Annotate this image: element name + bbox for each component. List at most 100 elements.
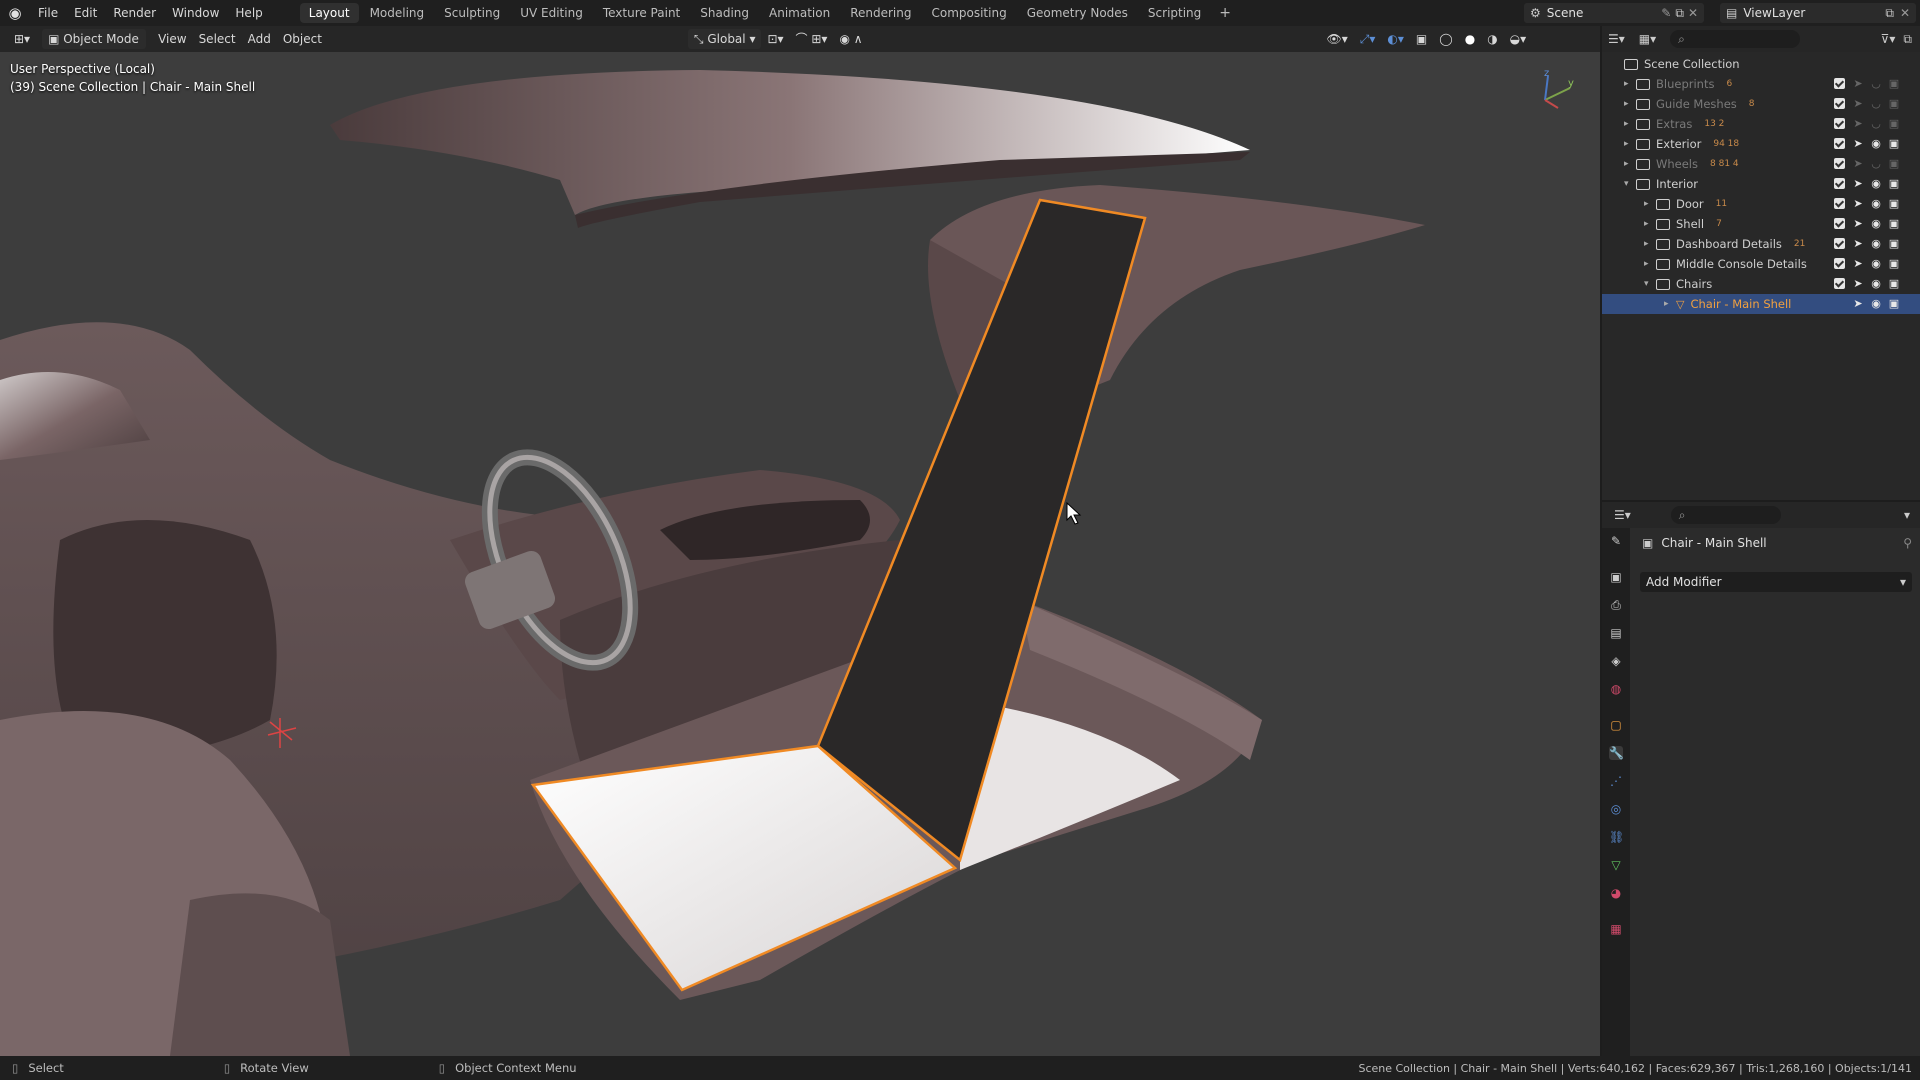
visibility-eye-icon[interactable]: ◡ xyxy=(1870,158,1882,170)
xray-icon[interactable]: ▣ xyxy=(1410,29,1433,49)
exclude-checkbox[interactable] xyxy=(1834,138,1845,149)
exclude-checkbox[interactable] xyxy=(1834,218,1845,229)
scene-selector[interactable]: ⚙ Scene ✎ ⧉ ✕ xyxy=(1524,3,1704,23)
selectable-icon[interactable]: ➤ xyxy=(1852,158,1864,170)
selectable-icon[interactable]: ➤ xyxy=(1852,258,1864,270)
visibility-eye-icon[interactable]: ◉ xyxy=(1870,218,1882,230)
menu-file[interactable]: File xyxy=(30,0,66,26)
expand-open-icon[interactable]: ▾ xyxy=(1644,279,1656,289)
transform-orientation-dropdown[interactable]: ⤡ Global ▾ xyxy=(687,29,762,49)
expand-closed-icon[interactable]: ▸ xyxy=(1624,99,1636,109)
menu-help[interactable]: Help xyxy=(227,0,270,26)
exclude-checkbox[interactable] xyxy=(1834,118,1845,129)
visibility-eye-icon[interactable]: ◉ xyxy=(1870,298,1882,310)
render-camera-icon[interactable]: ▣ xyxy=(1888,178,1900,190)
tab-texture-paint[interactable]: Texture Paint xyxy=(594,3,689,23)
visibility-eye-icon[interactable]: ◡ xyxy=(1870,118,1882,130)
outliner-row[interactable]: ▸ Wheels 8 81 4 ➤ ◡ ▣ xyxy=(1602,154,1920,174)
selectable-icon[interactable]: ➤ xyxy=(1852,218,1864,230)
world-tab-icon[interactable]: ◍ xyxy=(1609,682,1623,696)
visibility-eye-icon[interactable]: ◉ xyxy=(1870,198,1882,210)
exclude-checkbox[interactable] xyxy=(1834,278,1845,289)
render-camera-icon[interactable]: ▣ xyxy=(1888,78,1900,90)
tab-geometry-nodes[interactable]: Geometry Nodes xyxy=(1018,3,1137,23)
particles-tab-icon[interactable]: ⋰ xyxy=(1609,774,1623,788)
outliner-row[interactable]: ▸ Middle Console Details ➤ ◉ ▣ xyxy=(1602,254,1920,274)
navigation-gizmo[interactable]: y z xyxy=(1530,66,1580,116)
expand-closed-icon[interactable]: ▸ xyxy=(1644,259,1656,269)
visibility-eye-icon[interactable]: ◉ xyxy=(1870,138,1882,150)
pin-icon[interactable]: ⚲ xyxy=(1903,536,1912,550)
options-chevron-icon[interactable]: ▾ xyxy=(1904,508,1910,522)
outliner-row[interactable]: ▸ Blueprints 6 ➤ ◡ ▣ xyxy=(1602,74,1920,94)
expand-closed-icon[interactable]: ▸ xyxy=(1624,139,1636,149)
render-camera-icon[interactable]: ▣ xyxy=(1888,198,1900,210)
gizmo-icon[interactable]: ⤢▾ xyxy=(1354,29,1382,49)
exclude-checkbox[interactable] xyxy=(1834,98,1845,109)
outliner-row[interactable]: ▸ Dashboard Details 21 ➤ ◉ ▣ xyxy=(1602,234,1920,254)
selectable-icon[interactable]: ➤ xyxy=(1852,98,1864,110)
object-tab-icon[interactable]: ▢ xyxy=(1609,718,1623,732)
menu-window[interactable]: Window xyxy=(164,0,227,26)
render-camera-icon[interactable]: ▣ xyxy=(1888,278,1900,290)
tab-layout[interactable]: Layout xyxy=(299,3,359,23)
scene-tab-icon[interactable]: ◈ xyxy=(1609,654,1623,668)
exclude-checkbox[interactable] xyxy=(1834,258,1845,269)
visibility-eye-icon[interactable]: ◡ xyxy=(1870,98,1882,110)
menu-render[interactable]: Render xyxy=(105,0,164,26)
expand-closed-icon[interactable]: ▸ xyxy=(1624,119,1636,129)
add-menu[interactable]: Add xyxy=(242,29,277,49)
menu-edit[interactable]: Edit xyxy=(66,0,105,26)
proportional-edit-icon[interactable]: ◉ ∧ xyxy=(833,29,868,49)
outliner-row[interactable]: ▾ Chairs ➤ ◉ ▣ xyxy=(1602,274,1920,294)
visibility-eye-icon[interactable]: ◡ xyxy=(1870,78,1882,90)
modifier-tab-icon[interactable]: 🔧 xyxy=(1609,746,1624,760)
filter-icon[interactable]: ⊽▾ xyxy=(1881,32,1896,46)
visibility-icon[interactable]: 👁▾ xyxy=(1321,29,1354,49)
overlay-icon[interactable]: ◐▾ xyxy=(1381,29,1410,49)
selectable-icon[interactable]: ➤ xyxy=(1852,78,1864,90)
outliner-row[interactable]: ▸ Guide Meshes 8 ➤ ◡ ▣ xyxy=(1602,94,1920,114)
editor-type-icon[interactable]: ⊞▾ xyxy=(8,29,36,49)
physics-tab-icon[interactable]: ◎ xyxy=(1609,802,1623,816)
add-workspace-icon[interactable]: + xyxy=(1211,5,1239,21)
tab-shading[interactable]: Shading xyxy=(691,3,758,23)
outliner-row[interactable]: ▾ Interior ➤ ◉ ▣ xyxy=(1602,174,1920,194)
outliner-row[interactable]: ▸ Door 11 ➤ ◉ ▣ xyxy=(1602,194,1920,214)
tab-rendering[interactable]: Rendering xyxy=(841,3,920,23)
expand-open-icon[interactable]: ▾ xyxy=(1624,179,1636,189)
render-camera-icon[interactable]: ▣ xyxy=(1888,98,1900,110)
outliner-row[interactable]: ▸ ▽ Chair - Main Shell ➤ ◉ ▣ xyxy=(1602,294,1920,314)
render-camera-icon[interactable]: ▣ xyxy=(1888,218,1900,230)
constraints-tab-icon[interactable]: ⛓ xyxy=(1609,830,1624,844)
select-menu[interactable]: Select xyxy=(193,29,242,49)
data-tab-icon[interactable]: ▽ xyxy=(1609,858,1623,872)
render-camera-icon[interactable]: ▣ xyxy=(1888,138,1900,150)
pivot-icon[interactable]: ⊡▾ xyxy=(761,29,789,49)
exclude-checkbox[interactable] xyxy=(1834,158,1845,169)
selectable-icon[interactable]: ➤ xyxy=(1852,198,1864,210)
visibility-eye-icon[interactable]: ◉ xyxy=(1870,278,1882,290)
object-menu[interactable]: Object xyxy=(277,29,328,49)
blender-logo-icon[interactable]: ◉ xyxy=(0,0,30,26)
properties-search-input[interactable]: ⌕ xyxy=(1670,506,1781,524)
expand-closed-icon[interactable]: ▸ xyxy=(1664,299,1676,309)
shading-wireframe-icon[interactable]: ◯ xyxy=(1433,29,1458,49)
viewlayer-selector[interactable]: ▤ ViewLayer ⧉ ✕ xyxy=(1720,3,1916,23)
pin-icon[interactable]: ✎ xyxy=(1661,6,1675,20)
outliner-row[interactable]: ▸ Extras 13 2 ➤ ◡ ▣ xyxy=(1602,114,1920,134)
view-layer-tab-icon[interactable]: ▤ xyxy=(1609,626,1623,640)
material-tab-icon[interactable]: ◕ xyxy=(1609,886,1623,900)
expand-closed-icon[interactable]: ▸ xyxy=(1624,159,1636,169)
render-camera-icon[interactable]: ▣ xyxy=(1888,298,1900,310)
tab-modeling[interactable]: Modeling xyxy=(361,3,434,23)
render-camera-icon[interactable]: ▣ xyxy=(1888,238,1900,250)
new-collection-icon[interactable]: ⧉ xyxy=(1903,32,1912,47)
output-tab-icon[interactable]: ⎙ xyxy=(1609,598,1623,612)
render-camera-icon[interactable]: ▣ xyxy=(1888,118,1900,130)
selectable-icon[interactable]: ➤ xyxy=(1852,138,1864,150)
tab-sculpting[interactable]: Sculpting xyxy=(435,3,509,23)
exclude-checkbox[interactable] xyxy=(1834,238,1845,249)
delete-scene-icon[interactable]: ✕ xyxy=(1688,6,1704,20)
visibility-eye-icon[interactable]: ◉ xyxy=(1870,178,1882,190)
